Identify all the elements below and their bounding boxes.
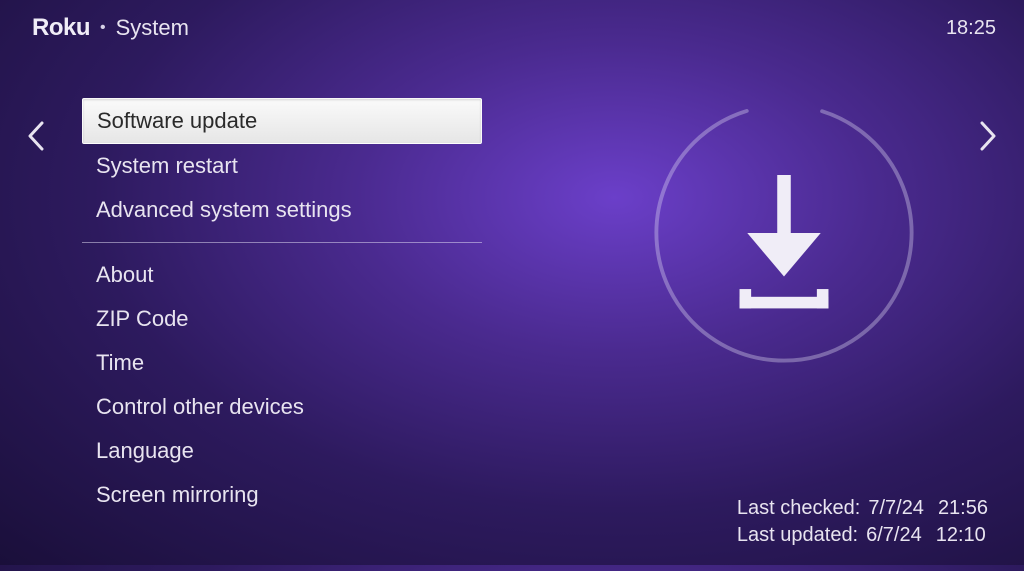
last-updated-row: Last updated: 6/7/24 12:10 xyxy=(737,522,988,549)
detail-panel xyxy=(614,88,954,378)
chevron-left-icon xyxy=(25,119,47,153)
menu-item-about[interactable]: About xyxy=(82,253,482,297)
last-updated-time: 12:10 xyxy=(936,522,986,549)
header-left: Roku • System xyxy=(32,14,189,42)
update-status: Last checked: 7/7/24 21:56 Last updated:… xyxy=(737,495,988,549)
last-updated-label: Last updated: xyxy=(737,522,858,549)
system-menu: Software update System restart Advanced … xyxy=(82,98,482,571)
last-updated-date: 6/7/24 xyxy=(866,522,922,549)
menu-item-language[interactable]: Language xyxy=(82,429,482,473)
logo: Roku xyxy=(32,14,90,42)
menu-divider xyxy=(82,242,482,243)
download-icon xyxy=(639,88,929,378)
nav-forward-button[interactable] xyxy=(966,114,1010,158)
clock: 18:25 xyxy=(946,17,996,40)
page-title: System xyxy=(116,15,189,41)
last-checked-date: 7/7/24 xyxy=(868,495,924,522)
body: Software update System restart Advanced … xyxy=(0,98,1024,571)
menu-item-system-restart[interactable]: System restart xyxy=(82,144,482,188)
menu-item-control-other-devices[interactable]: Control other devices xyxy=(82,385,482,429)
chevron-right-icon xyxy=(977,119,999,153)
last-checked-label: Last checked: xyxy=(737,495,860,522)
last-checked-time: 21:56 xyxy=(938,495,988,522)
menu-item-screen-mirroring[interactable]: Screen mirroring xyxy=(82,473,482,517)
header: Roku • System 18:25 xyxy=(0,0,1024,42)
menu-item-advanced-system-settings[interactable]: Advanced system settings xyxy=(82,188,482,232)
last-checked-row: Last checked: 7/7/24 21:56 xyxy=(737,495,988,522)
nav-back-button[interactable] xyxy=(14,114,58,158)
menu-item-time[interactable]: Time xyxy=(82,341,482,385)
menu-item-software-update[interactable]: Software update xyxy=(82,98,482,144)
dot-separator: • xyxy=(100,19,106,37)
menu-item-zip-code[interactable]: ZIP Code xyxy=(82,297,482,341)
